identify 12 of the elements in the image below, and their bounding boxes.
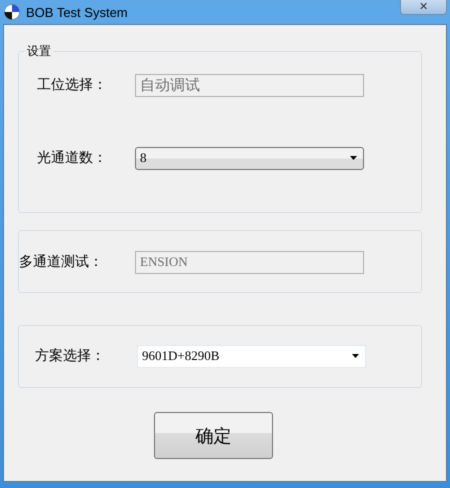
field-label: 光通道数： (37, 149, 108, 167)
dropdown[interactable]: 8 (135, 146, 364, 170)
dropdown[interactable]: 9601D+8290B (137, 344, 366, 368)
ok-button[interactable]: 确定 (154, 412, 273, 459)
field-label: 工位选择： (37, 76, 108, 94)
close-button[interactable]: ✕ (400, 0, 447, 15)
app-logo-icon (4, 4, 20, 20)
field-label: 方案选择： (35, 347, 106, 365)
field-label: 多通道测试： (19, 253, 104, 271)
dropdown-arrow-icon (352, 354, 359, 358)
dropdown-arrow-icon (350, 156, 357, 160)
window-title: BOB Test System (26, 4, 128, 20)
